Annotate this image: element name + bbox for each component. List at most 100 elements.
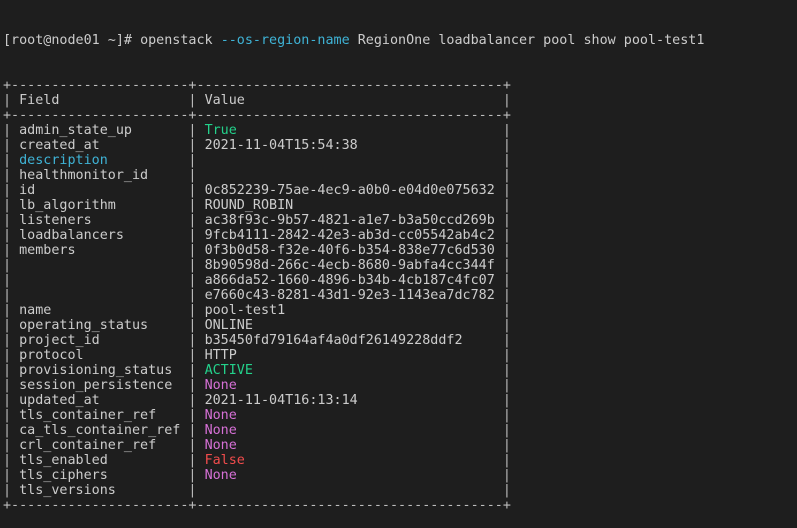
table-row: | created_at | 2021-11-04T15:54:38 | bbox=[3, 138, 704, 153]
column-divider: | bbox=[180, 183, 205, 198]
table-border: +----------------------+----------------… bbox=[3, 108, 511, 123]
value-cell: 9fcb4111-2842-42e3-ab3d-cc05542ab4c2 bbox=[204, 228, 495, 243]
table-row: | loadbalancers | 9fcb4111-2842-42e3-ab3… bbox=[3, 228, 704, 243]
column-divider: | bbox=[494, 348, 511, 363]
table-row: | tls_container_ref | None | bbox=[3, 408, 704, 423]
column-divider: | bbox=[180, 288, 205, 303]
field-cell: listeners bbox=[19, 213, 181, 228]
cell-padding bbox=[237, 408, 495, 423]
column-divider: | bbox=[3, 198, 20, 213]
column-divider: | bbox=[494, 408, 511, 423]
column-divider: | bbox=[3, 393, 20, 408]
table-row: | tls_ciphers | None | bbox=[3, 468, 704, 483]
command-flag: --os-region-name bbox=[220, 33, 350, 48]
column-divider: | bbox=[180, 138, 205, 153]
column-divider: | bbox=[494, 168, 511, 183]
value-cell: 2021-11-04T15:54:38 bbox=[204, 138, 358, 153]
field-cell: ca_tls_container_ref bbox=[19, 423, 181, 438]
column-divider: | bbox=[494, 273, 511, 288]
field-cell: admin_state_up bbox=[19, 123, 181, 138]
column-divider: | bbox=[3, 468, 20, 483]
field-cell: project_id bbox=[19, 333, 181, 348]
field-cell bbox=[19, 288, 180, 303]
column-divider: | bbox=[494, 228, 511, 243]
column-divider: | bbox=[180, 393, 205, 408]
cell-padding bbox=[358, 138, 495, 153]
cell-padding bbox=[237, 423, 495, 438]
value-cell: None bbox=[204, 423, 237, 438]
column-divider: | bbox=[3, 138, 20, 153]
value-cell: 0f3b0d58-f32e-40f6-b354-838e77c6d530 bbox=[204, 243, 495, 258]
cell-padding bbox=[285, 303, 495, 318]
column-divider: | bbox=[180, 243, 205, 258]
table-row: | ca_tls_container_ref | None | bbox=[3, 423, 704, 438]
cell-padding bbox=[463, 333, 495, 348]
value-cell: pool-test1 bbox=[204, 303, 286, 318]
column-divider: | bbox=[180, 333, 205, 348]
field-cell: id bbox=[19, 183, 181, 198]
column-divider: | bbox=[494, 303, 511, 318]
field-cell: crl_container_ref bbox=[19, 438, 181, 453]
column-divider: | bbox=[180, 468, 205, 483]
table-header: | Field | Value | bbox=[3, 93, 704, 108]
column-divider: | bbox=[180, 423, 205, 438]
field-cell bbox=[19, 273, 180, 288]
column-divider: | bbox=[494, 198, 511, 213]
terminal-output[interactable]: [root@node01 ~]# openstack --os-region-n… bbox=[3, 3, 704, 528]
column-divider: | bbox=[180, 438, 205, 453]
column-divider: | bbox=[180, 153, 205, 168]
table-row: | crl_container_ref | None | bbox=[3, 438, 704, 453]
value-cell: ONLINE bbox=[204, 318, 253, 333]
table-row: | listeners | ac38f93c-9b57-4821-a1e7-b3… bbox=[3, 213, 704, 228]
value-cell: b35450fd79164af4a0df26149228ddf2 bbox=[204, 333, 463, 348]
field-cell: loadbalancers bbox=[19, 228, 181, 243]
cell-padding bbox=[237, 123, 495, 138]
column-divider: | bbox=[494, 213, 511, 228]
column-divider: | bbox=[3, 318, 20, 333]
column-divider: | bbox=[180, 408, 205, 423]
column-divider: | bbox=[3, 453, 20, 468]
value-cell: None bbox=[204, 378, 237, 393]
command-line: [root@node01 ~]# openstack --os-region-n… bbox=[3, 33, 704, 48]
column-divider: | bbox=[3, 378, 20, 393]
column-divider: | bbox=[494, 393, 511, 408]
cell-padding bbox=[205, 168, 495, 183]
column-divider: | bbox=[494, 93, 511, 108]
table-row: | tls_versions | | bbox=[3, 483, 704, 498]
column-divider: | bbox=[180, 453, 205, 468]
column-divider: | bbox=[494, 333, 511, 348]
field-cell: updated_at bbox=[19, 393, 181, 408]
field-cell: members bbox=[19, 243, 181, 258]
value-cell: None bbox=[204, 408, 237, 423]
cell-padding bbox=[293, 198, 495, 213]
result-table: +----------------------+----------------… bbox=[3, 78, 704, 513]
column-divider: | bbox=[180, 168, 205, 183]
field-cell: tls_ciphers bbox=[19, 468, 181, 483]
table-row: | name | pool-test1 | bbox=[3, 303, 704, 318]
column-divider: | bbox=[3, 288, 20, 303]
value-cell: False bbox=[204, 453, 245, 468]
table-row: | | e7660c43-8281-43d1-92e3-1143ea7dc782… bbox=[3, 288, 704, 303]
column-divider: | bbox=[494, 453, 511, 468]
column-divider: | bbox=[494, 288, 511, 303]
field-cell: session_persistence bbox=[19, 378, 181, 393]
column-divider: | bbox=[494, 123, 511, 138]
value-cell: None bbox=[204, 468, 237, 483]
column-divider: | bbox=[3, 258, 20, 273]
cell-padding bbox=[358, 393, 495, 408]
column-divider: | bbox=[3, 303, 20, 318]
command-program: openstack bbox=[140, 33, 213, 48]
column-divider: | bbox=[3, 483, 20, 498]
column-divider: | bbox=[3, 153, 20, 168]
column-divider: | bbox=[180, 483, 205, 498]
column-divider: | bbox=[180, 93, 205, 108]
cell-padding bbox=[205, 153, 495, 168]
cell-padding bbox=[245, 453, 495, 468]
column-divider: | bbox=[3, 363, 20, 378]
column-divider: | bbox=[494, 378, 511, 393]
column-divider: | bbox=[494, 138, 511, 153]
column-divider: | bbox=[180, 363, 205, 378]
column-divider: | bbox=[180, 198, 205, 213]
column-divider: | bbox=[3, 228, 20, 243]
cell-padding bbox=[237, 438, 495, 453]
